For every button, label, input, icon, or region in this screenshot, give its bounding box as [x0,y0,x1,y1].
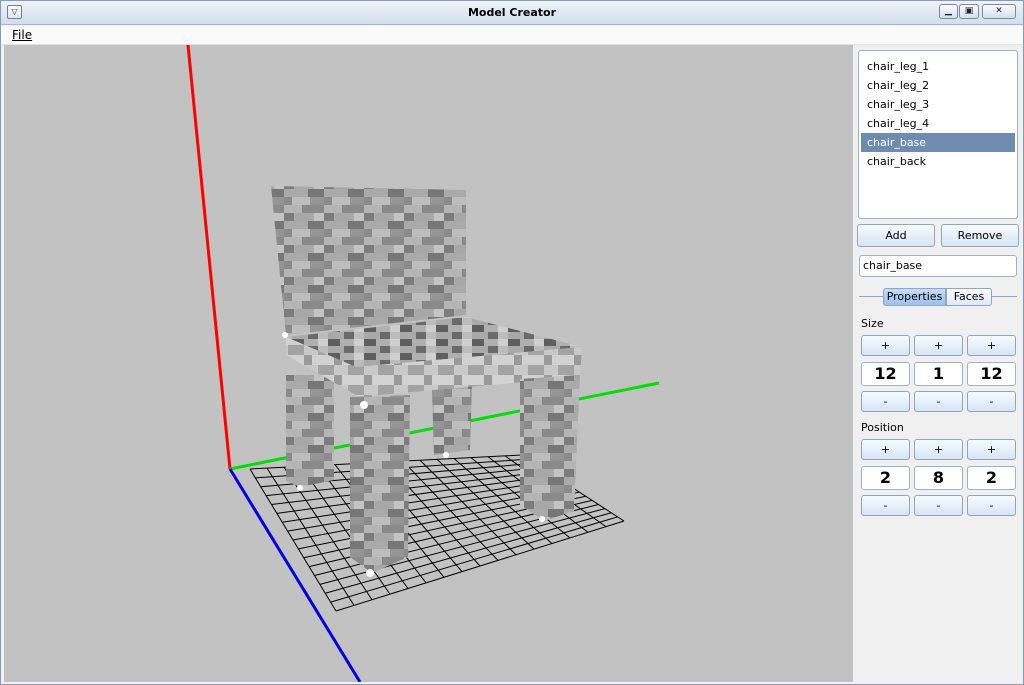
size-y-increment[interactable]: + [914,335,963,356]
title-bar: ▽ Model Creator ▁ ▣ ✕ [1,1,1023,25]
part-list-item[interactable]: chair_leg_2 [861,76,1015,95]
vertex-handle[interactable] [366,569,374,577]
menu-file[interactable]: File [12,28,32,42]
position-x-increment[interactable]: + [861,439,910,460]
scene-canvas[interactable] [4,45,853,682]
side-panel: chair_leg_1 chair_leg_2 chair_leg_3 chair_l… [853,45,1022,682]
close-button[interactable]: ✕ [982,4,1016,19]
position-y-value[interactable]: 8 [914,466,963,490]
position-y-increment[interactable]: + [914,439,963,460]
size-x-value[interactable]: 12 [861,362,910,386]
size-y-decrement[interactable]: - [914,391,963,412]
vertex-handle[interactable] [360,401,368,409]
chair-leg-back-left[interactable] [286,375,334,487]
part-list[interactable]: chair_leg_1 chair_leg_2 chair_leg_3 chair_l… [858,50,1018,219]
maximize-button[interactable]: ▣ [959,4,979,19]
chair-leg-back-right[interactable] [432,385,472,455]
window-title: Model Creator [467,6,557,19]
remove-button[interactable]: Remove [941,224,1019,247]
chair-back[interactable] [271,186,466,335]
position-x-value[interactable]: 2 [861,466,910,490]
position-z-decrement[interactable]: - [967,495,1016,516]
position-x-decrement[interactable]: - [861,495,910,516]
size-label: Size [861,317,884,330]
position-y-decrement[interactable]: - [914,495,963,516]
position-z-value[interactable]: 2 [967,466,1016,490]
part-name-field[interactable]: chair_base [859,255,1017,277]
3d-viewport[interactable] [4,45,853,682]
vertex-handle[interactable] [443,452,449,458]
part-list-item[interactable]: chair_base [861,133,1015,152]
vertex-handle[interactable] [282,332,288,338]
chair-leg-front-right[interactable] [520,375,580,521]
add-button[interactable]: Add [857,224,935,247]
x-axis-line [186,45,232,470]
size-x-increment[interactable]: + [861,335,910,356]
grid-line [402,460,499,561]
z-axis-line [228,468,362,682]
vertex-handle[interactable] [297,485,303,491]
part-list-item[interactable]: chair_leg_3 [861,95,1015,114]
size-x-decrement[interactable]: - [861,391,910,412]
tab-properties[interactable]: Properties [883,288,946,306]
position-z-increment[interactable]: + [967,439,1016,460]
part-list-item[interactable]: chair_back [861,152,1015,171]
size-y-value[interactable]: 1 [914,362,963,386]
minimize-button[interactable]: ▁ [939,4,958,19]
size-z-decrement[interactable]: - [967,391,1016,412]
tab-faces[interactable]: Faces [946,288,992,306]
part-list-item[interactable]: chair_leg_1 [861,57,1015,76]
position-label: Position [861,421,904,434]
part-list-item[interactable]: chair_leg_4 [861,114,1015,133]
size-z-value[interactable]: 12 [967,362,1016,386]
size-z-increment[interactable]: + [967,335,1016,356]
menu-bar: File [1,26,1023,45]
vertex-handle[interactable] [539,516,545,522]
chair-leg-front-left[interactable] [350,395,410,573]
